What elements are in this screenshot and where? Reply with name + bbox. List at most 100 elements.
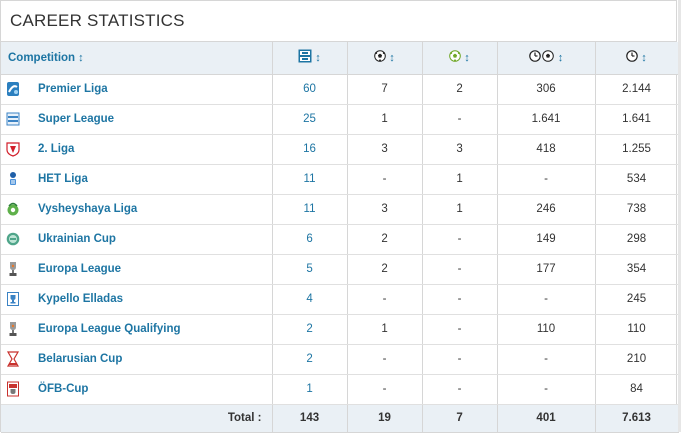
competition-logo-cell[interactable]	[1, 104, 34, 135]
vysheyshaya-liga-logo	[7, 202, 19, 216]
total-assists: 7	[422, 404, 498, 433]
competition-name[interactable]: Vysheyshaya Liga	[34, 194, 273, 225]
goals-value: -	[347, 284, 423, 315]
competition-logo-cell[interactable]	[1, 284, 34, 315]
minutes-played-value: 210	[595, 344, 679, 375]
minutes-played-value: 245	[595, 284, 679, 315]
assists-icon	[449, 50, 462, 65]
assists-value: -	[422, 284, 498, 315]
minutes-per-goal-value: 149	[497, 224, 596, 255]
goals-value: 2	[347, 254, 423, 285]
goals-value: 3	[347, 134, 423, 165]
competition-name[interactable]: ÖFB-Cup	[34, 374, 273, 405]
competition-name[interactable]: Super League	[34, 104, 273, 135]
assists-value: -	[422, 224, 498, 255]
column-header-minutes-played[interactable]: ↕	[595, 42, 679, 75]
career-stats-table: Competition ↕ ↕ ↕ ↕ ↕ ↕ Premier Liga 60 …	[1, 42, 679, 433]
assists-value: 1	[422, 164, 498, 195]
assists-value: -	[422, 344, 498, 375]
table-row: HET Liga 11 - 1 - 534	[1, 164, 679, 195]
column-header-competition[interactable]: Competition ↕	[1, 42, 273, 75]
2-liga-logo	[6, 142, 20, 157]
competition-logo-cell[interactable]	[1, 254, 34, 285]
competition-logo-cell[interactable]	[1, 164, 34, 195]
appearances-value[interactable]: 2	[272, 314, 348, 345]
sort-icon: ↕	[557, 51, 564, 64]
total-row: Total : 143 19 7 401 7.613	[1, 404, 679, 433]
sort-icon: ↕	[315, 51, 321, 64]
table-row: 2. Liga 16 3 3 418 1.255	[1, 134, 679, 165]
minutes-per-goal-value: 418	[497, 134, 596, 165]
competition-logo-cell[interactable]	[1, 194, 34, 225]
minutes-played-value: 298	[595, 224, 679, 255]
table-row: Super League 25 1 - 1.641 1.641	[1, 104, 679, 135]
sort-icon: ↕	[464, 51, 470, 64]
sort-icon: ↕	[389, 51, 395, 64]
competition-logo-cell[interactable]	[1, 224, 34, 255]
europa-league-qualifying-logo	[9, 322, 17, 336]
appearances-value[interactable]: 1	[272, 374, 348, 405]
kypello-elladas-logo	[7, 292, 19, 306]
competition-name[interactable]: Kypello Elladas	[34, 284, 273, 315]
column-header-goals[interactable]: ↕	[347, 42, 423, 75]
total-appearances: 143	[272, 404, 348, 433]
minutes-per-goal-value: 177	[497, 254, 596, 285]
appearances-value[interactable]: 11	[272, 164, 348, 195]
goals-value: 3	[347, 194, 423, 225]
table-row: ÖFB-Cup 1 - - - 84	[1, 374, 679, 405]
competition-name[interactable]: 2. Liga	[34, 134, 273, 165]
competition-name[interactable]: Europa League	[34, 254, 273, 285]
competition-name[interactable]: Belarusian Cup	[34, 344, 273, 375]
panel-title: CAREER STATISTICS	[1, 1, 676, 42]
ukrainian-cup-logo	[6, 232, 20, 246]
appearances-value[interactable]: 11	[272, 194, 348, 225]
minutes-played-value: 738	[595, 194, 679, 225]
minutes-per-goal-value: 246	[497, 194, 596, 225]
minutes-per-goal-value: 1.641	[497, 104, 596, 135]
total-minutes-played: 7.613	[595, 404, 679, 433]
assists-value: -	[422, 314, 498, 345]
competition-name[interactable]: HET Liga	[34, 164, 273, 195]
competition-logo-cell[interactable]	[1, 74, 34, 105]
total-label: Total :	[1, 404, 273, 433]
competition-logo-cell[interactable]	[1, 314, 34, 345]
appearances-value[interactable]: 25	[272, 104, 348, 135]
assists-value: 1	[422, 194, 498, 225]
goals-value: 1	[347, 314, 423, 345]
assists-value: -	[422, 104, 498, 135]
competition-name[interactable]: Ukrainian Cup	[34, 224, 273, 255]
super-league-logo	[6, 112, 20, 126]
table-row: Ukrainian Cup 6 2 - 149 298	[1, 224, 679, 255]
goals-value: -	[347, 344, 423, 375]
appearances-value[interactable]: 5	[272, 254, 348, 285]
minutes-played-value: 84	[595, 374, 679, 405]
table-row: Europa League 5 2 - 177 354	[1, 254, 679, 285]
competition-header-label: Competition	[8, 51, 76, 64]
ofb-cup-logo	[7, 381, 19, 397]
column-header-appearances[interactable]: ↕	[272, 42, 348, 75]
minutes-played-value: 534	[595, 164, 679, 195]
competition-name[interactable]: Europa League Qualifying	[34, 314, 273, 345]
table-header-row: Competition ↕ ↕ ↕ ↕ ↕ ↕	[1, 42, 679, 75]
appearances-value[interactable]: 16	[272, 134, 348, 165]
table-row: Premier Liga 60 7 2 306 2.144	[1, 74, 679, 105]
goals-icon	[374, 50, 387, 65]
appearances-value[interactable]: 4	[272, 284, 348, 315]
europa-league-logo	[9, 262, 17, 276]
column-header-assists[interactable]: ↕	[422, 42, 498, 75]
table-row: Vysheyshaya Liga 11 3 1 246 738	[1, 194, 679, 225]
appearances-value[interactable]: 2	[272, 344, 348, 375]
appearances-value[interactable]: 6	[272, 224, 348, 255]
table-row: Kypello Elladas 4 - - - 245	[1, 284, 679, 315]
competition-name[interactable]: Premier Liga	[34, 74, 273, 105]
column-header-minutes-per-goal[interactable]: ↕	[497, 42, 596, 75]
minutes-per-goal-value: -	[497, 344, 596, 375]
competition-logo-cell[interactable]	[1, 134, 34, 165]
table-row: Europa League Qualifying 2 1 - 110 110	[1, 314, 679, 345]
competition-logo-cell[interactable]	[1, 344, 34, 375]
appearances-value[interactable]: 60	[272, 74, 348, 105]
het-liga-logo	[10, 172, 16, 185]
competition-logo-cell[interactable]	[1, 374, 34, 405]
sort-icon: ↕	[78, 51, 84, 64]
goals-value: 1	[347, 104, 423, 135]
